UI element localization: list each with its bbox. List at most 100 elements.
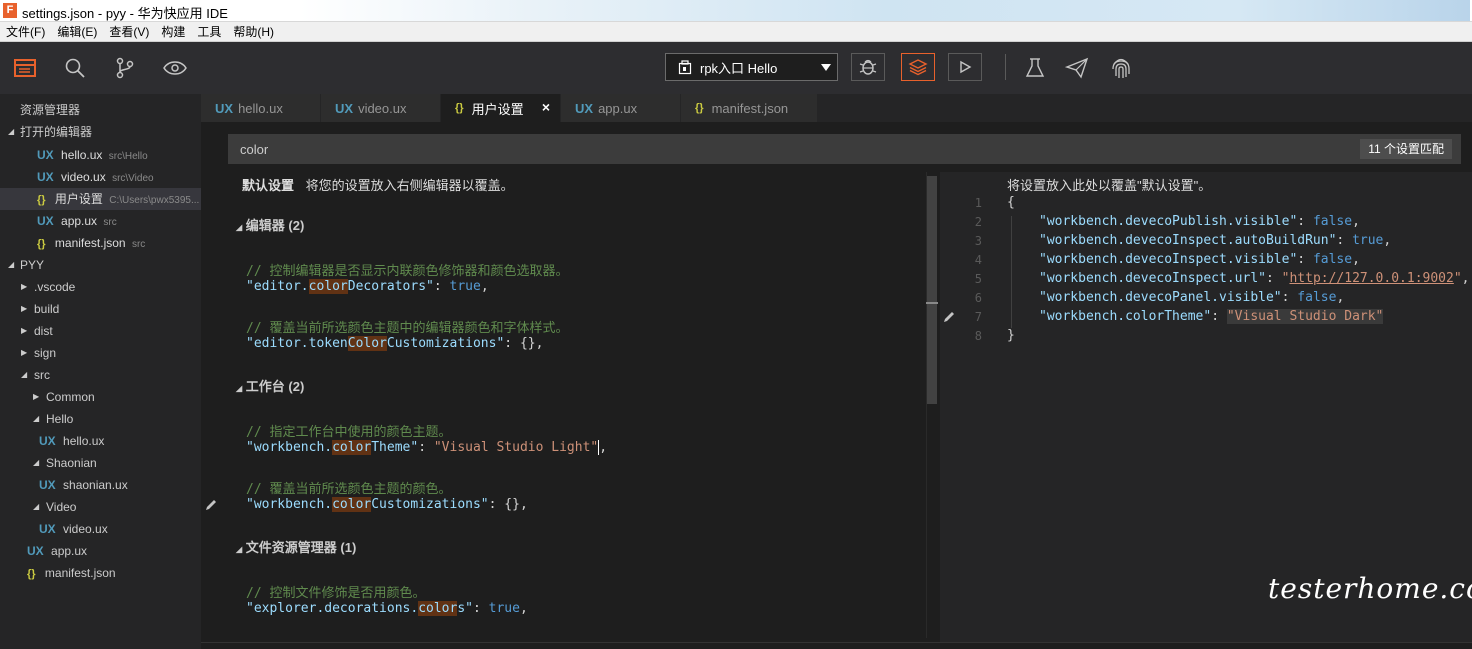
tree-file[interactable]: UX app.ux	[0, 540, 201, 562]
run-target-select[interactable]: rpk入口 Hello	[665, 53, 838, 81]
open-editors-header[interactable]: ◢ 打开的编辑器	[0, 121, 201, 143]
chevron-right-icon: ▶	[21, 348, 28, 357]
tab-manifest-json[interactable]: {} manifest.json	[681, 94, 818, 122]
run-button[interactable]	[948, 53, 982, 81]
line-end: ,	[1461, 271, 1470, 286]
menu-help[interactable]: 帮助(H)	[227, 22, 280, 40]
build-button[interactable]	[901, 53, 935, 81]
tree-file[interactable]: UX video.ux	[0, 518, 201, 540]
file-path: C:\Users\pwx5395...	[109, 195, 200, 206]
section-title: 工作台 (2)	[245, 379, 305, 394]
tree-folder-expanded[interactable]: ◢ Shaonian	[0, 452, 201, 474]
preview-eye-icon[interactable]	[162, 55, 188, 81]
search-match: color	[308, 279, 348, 294]
section-workbench-header[interactable]: ◢ 工作台 (2)	[236, 376, 304, 395]
line-number: 3	[974, 234, 982, 248]
ux-file-icon: UX	[37, 170, 54, 184]
tree-folder-expanded[interactable]: ◢ Hello	[0, 408, 201, 430]
tree-folder[interactable]: ▶ Common	[0, 386, 201, 408]
close-brace[interactable]: }	[1007, 328, 1015, 343]
chevron-right-icon: ▶	[33, 392, 40, 401]
open-editor-item[interactable]: UX app.ux src	[0, 210, 201, 232]
chevron-right-icon: ▶	[21, 326, 28, 335]
tree-file[interactable]: UX hello.ux	[0, 430, 201, 452]
tree-folder-expanded[interactable]: ◢ src	[0, 364, 201, 386]
open-editor-item[interactable]: {} manifest.json src	[0, 232, 201, 254]
tree-folder[interactable]: ▶ .vscode	[0, 276, 201, 298]
project-header[interactable]: ◢ PYY	[0, 254, 201, 276]
line-end: ,	[480, 279, 489, 294]
open-brace[interactable]: {	[1007, 195, 1015, 210]
menu-edit[interactable]: 编辑(E)	[51, 22, 103, 40]
file-path: src	[131, 239, 146, 250]
edit-pencil-icon[interactable]	[942, 310, 956, 324]
open-editor-item[interactable]: UX hello.ux src\Hello	[0, 144, 201, 166]
user-setting-line[interactable]: "workbench.devecoInspect.visible": false…	[1039, 252, 1360, 267]
explorer-sidebar: 资源管理器 ◢ 打开的编辑器 UX hello.ux src\Hello UX …	[0, 94, 201, 649]
tree-folder[interactable]: ▶ build	[0, 298, 201, 320]
line-number: 5	[974, 272, 982, 286]
send-icon[interactable]	[1064, 55, 1090, 81]
setting-line[interactable]: "workbench.colorCustomizations": {},	[246, 497, 528, 512]
menu-build[interactable]: 构建	[155, 22, 191, 40]
tab-video-ux[interactable]: UX video.ux	[321, 94, 441, 122]
folder-name: Video	[46, 500, 77, 514]
setting-comment: // 控制文件修饰是否用颜色。	[246, 586, 426, 601]
project-label: PYY	[20, 258, 45, 272]
chevron-right-icon: ▶	[21, 282, 28, 291]
tree-folder-expanded[interactable]: ◢ Video	[0, 496, 201, 518]
menu-tools[interactable]: 工具	[191, 22, 227, 40]
explorer-icon[interactable]	[12, 55, 38, 81]
explorer-title: 资源管理器	[20, 103, 81, 117]
separator: :	[418, 440, 434, 455]
menu-view[interactable]: 查看(V)	[103, 22, 155, 40]
source-control-icon[interactable]	[112, 55, 138, 81]
user-setting-line[interactable]: "workbench.devecoPanel.visible": false,	[1039, 290, 1344, 305]
setting-value: {}	[519, 336, 536, 351]
file-name: manifest.json	[44, 566, 116, 580]
folder-name: Common	[46, 390, 95, 404]
setting-line[interactable]: "editor.colorDecorators": true,	[246, 279, 489, 294]
separator: :	[504, 336, 520, 351]
tree-folder[interactable]: ▶ sign	[0, 342, 201, 364]
setting-key: "explorer.decorations.	[246, 601, 419, 616]
tree-file[interactable]: {} manifest.json	[0, 562, 201, 584]
close-icon[interactable]: ×	[542, 99, 550, 115]
menu-file[interactable]: 文件(F)	[0, 22, 51, 40]
tree-file[interactable]: UX shaonian.ux	[0, 474, 201, 496]
chevron-down-icon: ◢	[33, 502, 40, 511]
open-editor-item-selected[interactable]: {} 用户设置 C:\Users\pwx5395...	[0, 188, 201, 210]
setting-value: true	[1352, 233, 1384, 248]
user-setting-line[interactable]: "workbench.devecoInspect.url": "http://1…	[1039, 271, 1470, 286]
tab-hello-ux[interactable]: UX hello.ux	[201, 94, 321, 122]
setting-line[interactable]: "explorer.decorations.colors": true,	[246, 601, 528, 616]
flask-icon[interactable]	[1022, 55, 1048, 81]
vertical-scrollbar[interactable]	[926, 172, 938, 638]
scrollbar-thumb[interactable]	[927, 176, 937, 404]
user-setting-line[interactable]: "workbench.devecoPublish.visible": false…	[1039, 214, 1360, 229]
debug-button[interactable]	[851, 53, 885, 81]
fingerprint-icon[interactable]	[1108, 55, 1134, 81]
chevron-down-icon: ◢	[21, 370, 28, 379]
user-setting-line[interactable]: "workbench.colorTheme": "Visual Studio D…	[1039, 309, 1384, 324]
tab-user-settings[interactable]: {} 用户设置 ×	[441, 94, 561, 122]
edit-pencil-icon[interactable]	[204, 498, 218, 512]
setting-line[interactable]: "workbench.colorTheme": "Visual Studio L…	[246, 440, 608, 455]
setting-url-link[interactable]: http://127.0.0.1:9002	[1289, 271, 1453, 286]
user-setting-line[interactable]: "workbench.devecoInspect.autoBuildRun": …	[1039, 233, 1391, 248]
folder-name: src	[34, 368, 50, 382]
search-icon[interactable]	[62, 55, 88, 81]
open-editor-item[interactable]: UX video.ux src\Video	[0, 166, 201, 188]
setting-line[interactable]: "editor.tokenColorCustomizations": {},	[246, 336, 543, 351]
run-target-label: rpk入口 Hello	[700, 60, 778, 76]
ide-window: { "window": {"title": "settings.json - p…	[0, 0, 1472, 649]
line-end: ,	[598, 440, 608, 455]
setting-key: "workbench.devecoPanel.visible"	[1039, 290, 1282, 305]
settings-search-input[interactable]	[229, 135, 1229, 163]
line-number: 4	[974, 253, 982, 267]
section-explorer-header[interactable]: ◢ 文件资源管理器 (1)	[236, 537, 356, 556]
tree-folder[interactable]: ▶ dist	[0, 320, 201, 342]
tab-app-ux[interactable]: UX app.ux	[561, 94, 681, 122]
open-editors-label: 打开的编辑器	[20, 125, 93, 139]
section-editor-header[interactable]: ◢ 编辑器 (2)	[236, 215, 304, 234]
